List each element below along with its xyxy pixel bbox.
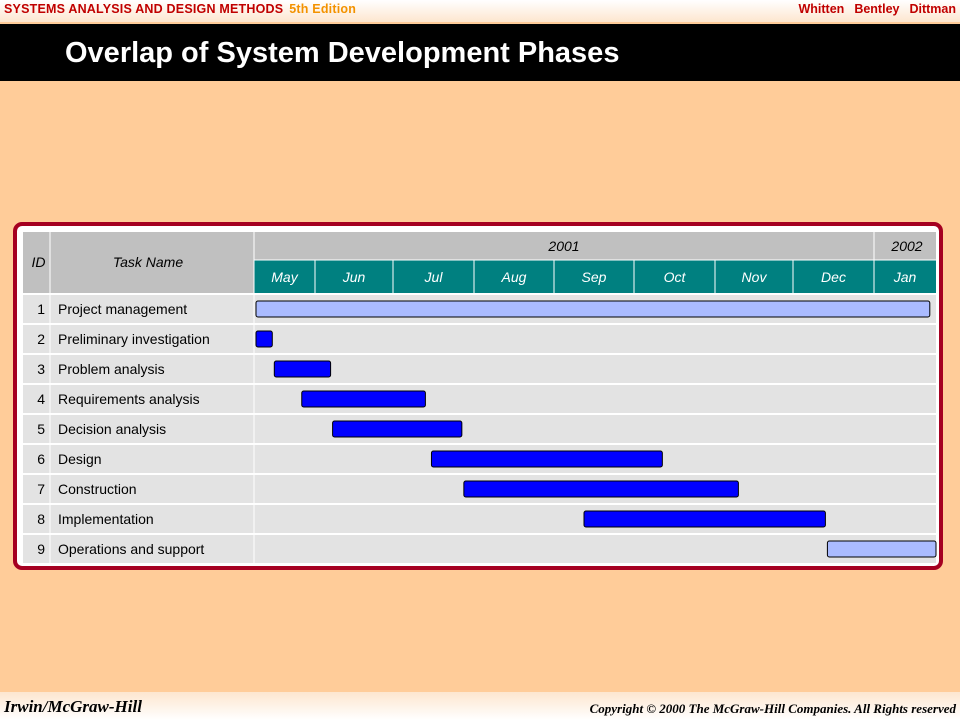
task-id-1: 1 (37, 301, 45, 317)
task-bar-6 (430, 450, 663, 468)
month-label-dec: Dec (821, 269, 846, 285)
month-label-aug: Aug (501, 269, 527, 285)
title-bar: Overlap of System Development Phases (0, 24, 960, 81)
task-id-4: 4 (37, 391, 45, 407)
author-1: Whitten (798, 2, 845, 16)
task-bar-4 (301, 390, 426, 408)
month-label-oct: Oct (664, 269, 687, 285)
year-label-2001: 2001 (547, 238, 579, 254)
month-label-jan: Jan (893, 269, 917, 285)
task-bar-7 (463, 480, 739, 498)
year-label-2002: 2002 (890, 238, 922, 254)
author-2: Bentley (854, 2, 900, 16)
task-bar-8 (583, 510, 826, 528)
month-label-jul: Jul (424, 269, 444, 285)
task-id-9: 9 (37, 541, 45, 557)
book-title-text: SYSTEMS ANALYSIS AND DESIGN METHODS (4, 2, 284, 16)
id-column-header: ID (32, 254, 46, 270)
slide-title: Overlap of System Development Phases (65, 37, 620, 69)
task-name-1: Project management (58, 301, 187, 317)
book-title: SYSTEMS ANALYSIS AND DESIGN METHODS 5th E… (4, 2, 356, 16)
task-id-8: 8 (37, 511, 45, 527)
task-id-3: 3 (37, 361, 45, 377)
task-name-8: Implementation (58, 511, 154, 527)
task-name-5: Decision analysis (58, 421, 166, 437)
task-name-column-header: Task Name (113, 254, 184, 270)
month-label-jun: Jun (342, 269, 366, 285)
task-bar-2 (255, 330, 273, 348)
task-name-9: Operations and support (58, 541, 204, 557)
task-name-6: Design (58, 451, 102, 467)
edition-text: 5th Edition (289, 2, 357, 16)
task-id-7: 7 (37, 481, 45, 497)
task-name-7: Construction (58, 481, 137, 497)
task-bar-5 (332, 420, 463, 438)
task-id-5: 5 (37, 421, 45, 437)
task-name-2: Preliminary investigation (58, 331, 210, 347)
gantt-chart-frame: ID Task Name 2001 2002 May Jun Jul Aug Sep Oct Nov… (13, 222, 943, 570)
task-id-6: 6 (37, 451, 45, 467)
month-label-sep: Sep (582, 269, 607, 285)
task-id-2: 2 (37, 331, 45, 347)
task-bar-1 (255, 300, 931, 318)
gantt-chart: ID Task Name 2001 2002 May Jun Jul Aug Sep Oct Nov… (23, 232, 937, 565)
authors: Whitten Bentley Dittman (788, 2, 956, 16)
task-name-4: Requirements analysis (58, 391, 200, 407)
author-3: Dittman (909, 2, 956, 16)
task-name-3: Problem analysis (58, 361, 165, 377)
month-label-nov: Nov (742, 269, 768, 285)
month-label-may: May (271, 269, 298, 285)
task-bar-9 (826, 540, 937, 558)
task-bar-3 (273, 360, 332, 378)
publisher-text: Irwin/McGraw-Hill (4, 697, 142, 716)
copyright-text: Copyright © 2000 The McGraw-Hill Compani… (589, 701, 956, 716)
